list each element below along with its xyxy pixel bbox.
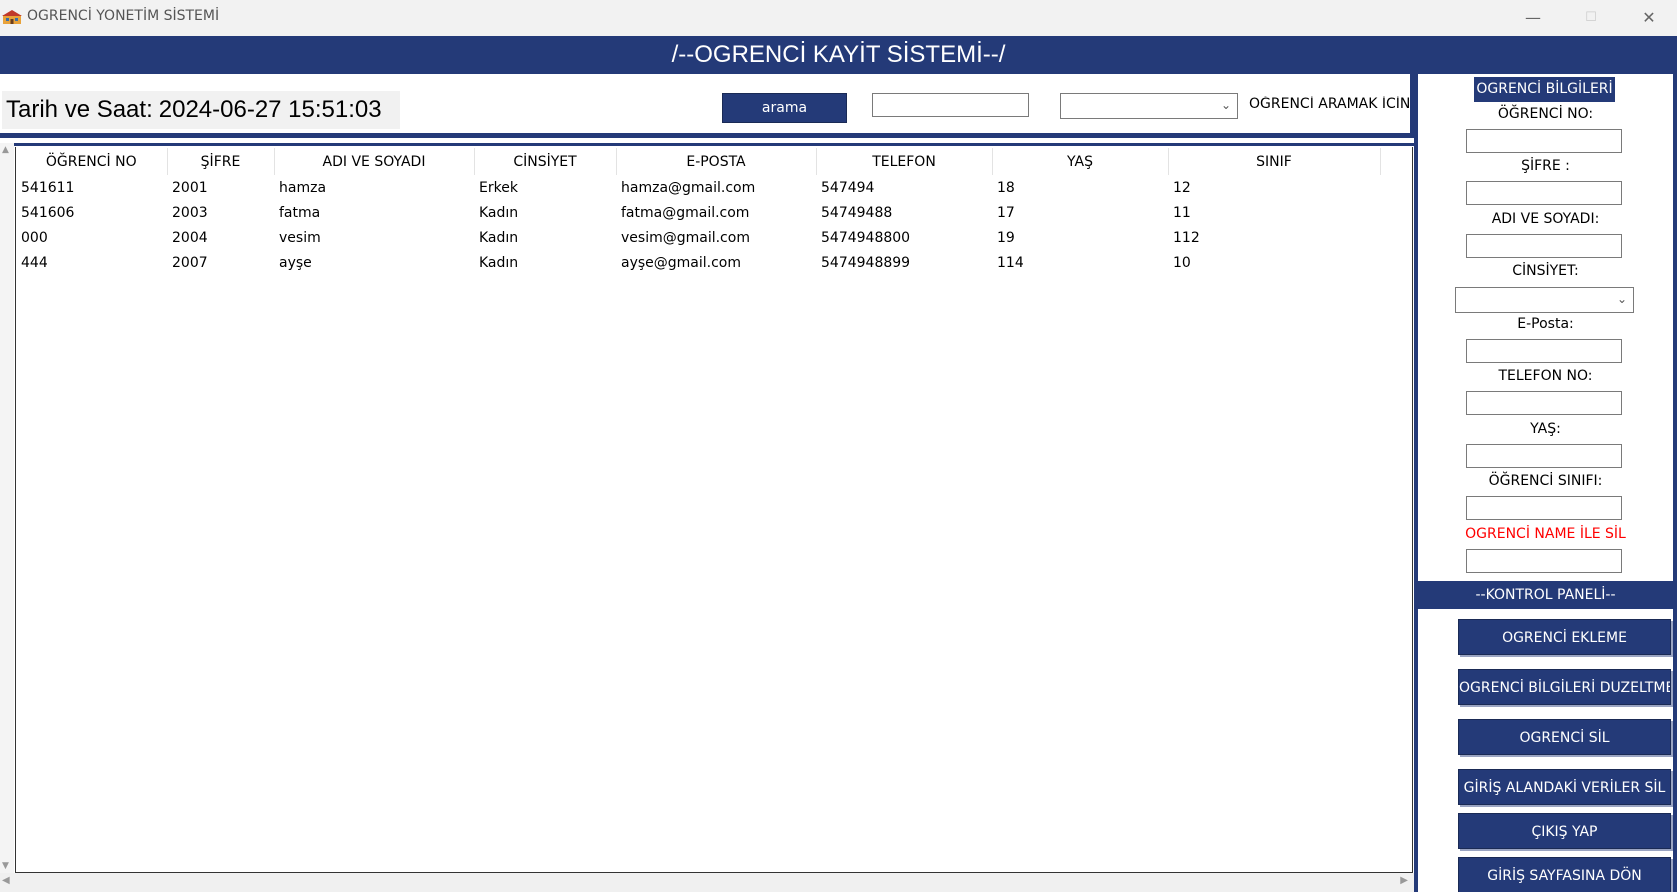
delete-student-button[interactable]: OGRENCİ SİL — [1458, 719, 1671, 755]
datetime-value: 2024-06-27 15:51:03 — [158, 96, 382, 123]
scroll-left-icon[interactable]: ◀ — [2, 875, 10, 886]
sifre-field[interactable] — [1466, 181, 1622, 205]
scroll-up-icon[interactable]: ▲ — [2, 145, 9, 155]
edit-student-button[interactable]: OGRENCİ BİLGİLERİ DUZELTME — [1458, 669, 1671, 705]
cell-sinif: 12 — [1173, 179, 1191, 196]
cell-sifre: 2007 — [172, 254, 208, 271]
cell-eposta: hamza@gmail.com — [621, 179, 756, 196]
table-row[interactable]: 541606 2003 fatma Kadın fatma@gmail.com … — [16, 200, 1380, 225]
control-panel-title: --KONTROL PANELİ-- — [1418, 581, 1673, 609]
cell-eposta: vesim@gmail.com — [621, 229, 750, 246]
cell-sifre: 2004 — [172, 229, 208, 246]
chevron-down-icon: ⌄ — [1616, 292, 1627, 306]
cell-adi-soyadi: vesim — [279, 229, 321, 246]
window-titlebar: OGRENCİ YONETİM SİSTEMİ — ☐ ✕ — [0, 0, 1677, 36]
add-student-button[interactable]: OGRENCİ EKLEME — [1458, 619, 1671, 655]
sifre-label: ŞİFRE : — [1521, 158, 1570, 174]
cell-yas: 19 — [997, 229, 1015, 246]
cell-sifre: 2001 — [172, 179, 208, 196]
cell-cinsiyet: Erkek — [479, 179, 518, 196]
vertical-scrollbar[interactable]: ▲ ▼ — [0, 143, 14, 873]
telefon-label: TELEFON NO: — [1498, 368, 1593, 384]
datetime-label: Tarih ve Saat: — [6, 96, 153, 123]
cinsiyet-label: CİNSİYET: — [1512, 263, 1579, 279]
cell-adi-soyadi: hamza — [279, 179, 327, 196]
eposta-field[interactable] — [1466, 339, 1622, 363]
scroll-right-icon[interactable]: ▶ — [1400, 875, 1408, 886]
search-input[interactable] — [872, 93, 1029, 117]
cell-eposta: ayşe@gmail.com — [621, 254, 742, 271]
maximize-button[interactable]: ☐ — [1562, 0, 1620, 34]
ogrenci-no-label: ÖĞRENCİ NO: — [1497, 106, 1594, 122]
table-row[interactable]: 444 2007 ayşe Kadın ayşe@gmail.com 54749… — [16, 250, 1380, 275]
search-hint-label: ÖĞRENCİ ARAMAK İCİN — [1249, 96, 1411, 112]
cell-sinif: 10 — [1173, 254, 1191, 271]
datetime-display: Tarih ve Saat: 2024-06-27 15:51:03 — [2, 91, 400, 129]
table-row[interactable]: 000 2004 vesim Kadın vesim@gmail.com 547… — [16, 225, 1380, 250]
search-button[interactable]: arama — [722, 93, 847, 123]
eposta-label: E-Posta: — [1517, 316, 1574, 332]
panel-title: OGRENCİ BİLGİLERİ : — [1474, 77, 1615, 122]
column-header-telefon[interactable]: TELEFON — [816, 148, 993, 175]
school-app-icon — [2, 10, 22, 24]
telefon-field[interactable] — [1466, 391, 1622, 415]
cell-adi-soyadi: fatma — [279, 204, 321, 221]
cinsiyet-select[interactable]: ⌄ — [1455, 287, 1634, 313]
sil-name-label: OGRENCİ NAME İLE SİL — [1465, 526, 1626, 542]
column-header-cinsiyet[interactable]: CİNSİYET — [474, 148, 617, 175]
close-button[interactable]: ✕ — [1620, 0, 1677, 34]
search-field-select[interactable]: ⌄ — [1060, 93, 1238, 119]
cell-telefon: 5474948899 — [821, 254, 911, 271]
cell-eposta: fatma@gmail.com — [621, 204, 750, 221]
yas-field[interactable] — [1466, 444, 1622, 468]
column-header-yas[interactable]: YAŞ — [992, 148, 1169, 175]
adi-soyadi-field[interactable] — [1466, 234, 1622, 258]
yas-label: YAŞ: — [1530, 421, 1561, 437]
sinif-label: ÖĞRENCİ SINIFI: — [1488, 473, 1603, 489]
column-header-adi-soyadi[interactable]: ADI VE SOYADI — [274, 148, 475, 175]
column-header-ogrenci-no[interactable]: ÖĞRENCİ NO — [16, 148, 168, 175]
window-title: OGRENCİ YONETİM SİSTEMİ — [27, 8, 220, 24]
cell-cinsiyet: Kadın — [479, 204, 519, 221]
sinif-field[interactable] — [1466, 496, 1622, 520]
ogrenci-no-field[interactable] — [1466, 129, 1622, 153]
page-title: /--OGRENCİ KAYİT SİSTEMİ--/ — [0, 36, 1677, 74]
logout-button[interactable]: ÇIKIŞ YAP — [1458, 813, 1671, 849]
minimize-button[interactable]: — — [1504, 0, 1562, 34]
cell-cinsiyet: Kadın — [479, 229, 519, 246]
cell-yas: 114 — [997, 254, 1024, 271]
cell-ogrenci-no: 444 — [21, 254, 48, 271]
cell-telefon: 5474948800 — [821, 229, 911, 246]
cell-ogrenci-no: 541606 — [21, 204, 75, 221]
cell-yas: 18 — [997, 179, 1015, 196]
adi-soyadi-label: ADI VE SOYADI: — [1491, 211, 1600, 227]
table-header-row: ÖĞRENCİ NO ŞİFRE ADI VE SOYADI CİNSİYET … — [16, 148, 1381, 175]
scroll-down-icon[interactable]: ▼ — [2, 861, 9, 871]
cell-adi-soyadi: ayşe — [279, 254, 312, 271]
table-row[interactable]: 541611 2001 hamza Erkek hamza@gmail.com … — [16, 175, 1380, 200]
cell-sinif: 112 — [1173, 229, 1200, 246]
chevron-down-icon: ⌄ — [1220, 98, 1231, 112]
cell-yas: 17 — [997, 204, 1015, 221]
column-header-sinif[interactable]: SINIF — [1168, 148, 1381, 175]
cell-telefon: 547494 — [821, 179, 875, 196]
cell-ogrenci-no: 541611 — [21, 179, 75, 196]
back-to-login-button[interactable]: GİRİŞ SAYFASINA DÖN — [1458, 857, 1671, 892]
clear-fields-button[interactable]: GİRİŞ ALANDAKİ VERİLER SİL — [1458, 769, 1671, 805]
cell-sifre: 2003 — [172, 204, 208, 221]
cell-telefon: 54749488 — [821, 204, 893, 221]
cell-sinif: 11 — [1173, 204, 1191, 221]
horizontal-scrollbar[interactable]: ◀ ▶ — [0, 873, 1414, 892]
column-header-sifre[interactable]: ŞİFRE — [167, 148, 275, 175]
cell-ogrenci-no: 000 — [21, 229, 48, 246]
student-table: ÖĞRENCİ NO ŞİFRE ADI VE SOYADI CİNSİYET … — [16, 148, 1381, 275]
sil-name-field[interactable] — [1466, 549, 1622, 573]
column-header-eposta[interactable]: E-POSTA — [616, 148, 817, 175]
cell-cinsiyet: Kadın — [479, 254, 519, 271]
